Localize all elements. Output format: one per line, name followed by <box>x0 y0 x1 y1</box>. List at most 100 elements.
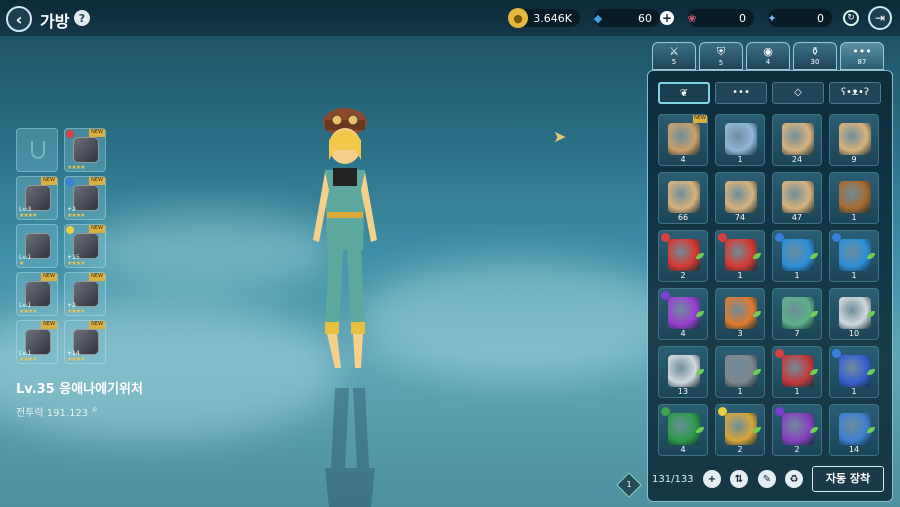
item-rainbow-stone[interactable]: 3 <box>715 288 765 340</box>
grade-gem-icon <box>661 233 670 242</box>
silver-stone-2-icon <box>668 355 700 387</box>
capacity: 131/133 <box>652 474 694 485</box>
scroll-purple-icon <box>782 181 814 213</box>
item-red-potion[interactable]: 1 <box>772 346 822 398</box>
item-count: 2 <box>737 445 743 454</box>
back-arrow-icon[interactable]: ‹ <box>6 6 32 32</box>
expand-slots-button[interactable]: + <box>703 470 721 488</box>
rainbow-potion-icon <box>839 413 871 445</box>
item-count: 1 <box>737 387 743 396</box>
item-count: 66 <box>677 213 689 222</box>
equip-slot-chain[interactable]: Lv.1 ★ <box>16 224 58 268</box>
pointer-cursor-icon: ➤ <box>553 127 567 146</box>
equip-slot-spear[interactable]: NEW +2 ★★★★ <box>64 176 106 220</box>
equip-stars: ★★★★ <box>67 212 85 219</box>
item-silver-stone[interactable]: 10 <box>829 288 879 340</box>
item-rainbow-shard[interactable]: 7 <box>772 288 822 340</box>
scroll-red-2-icon <box>839 123 871 155</box>
crystal-icon: ✦ <box>767 11 777 25</box>
grade-gem-icon <box>718 233 727 242</box>
item-silver-stone-2[interactable]: 13 <box>658 346 708 398</box>
purple-stone-icon <box>668 297 700 329</box>
auto-equip-button[interactable]: 자동 장착 <box>812 466 884 492</box>
item-red-shard[interactable]: 1 <box>715 230 765 282</box>
tab-count: 87 <box>857 58 867 66</box>
tab-orb[interactable]: ◉ 4 <box>746 42 790 70</box>
leaf-icon <box>810 427 818 433</box>
enhance-button[interactable]: ✎ <box>758 470 776 488</box>
item-green-potion[interactable]: 4 <box>658 404 708 456</box>
sort-button[interactable]: ⇅ <box>730 470 748 488</box>
item-sack[interactable]: 1 <box>829 172 879 224</box>
sword-icon <box>73 137 99 163</box>
diamond-icon[interactable]: ◇ <box>772 82 824 104</box>
equip-slot-dagger[interactable]: NEW +15 ★★★★ <box>64 224 106 268</box>
equip-slot-goggles[interactable]: NEW Lv.3 ★★★★ <box>16 176 58 220</box>
sprout-icon[interactable]: ❦ <box>658 82 710 104</box>
gold-potion-icon <box>725 413 757 445</box>
leaf-icon <box>696 253 704 259</box>
combat-power: 전투력 191.123 <box>16 404 88 419</box>
item-count: 3 <box>737 329 743 338</box>
item-spellbook[interactable]: 1 <box>715 114 765 166</box>
grade-gem-icon <box>661 291 670 300</box>
add-gem-button[interactable]: + <box>660 11 674 25</box>
cloud <box>360 260 680 380</box>
refresh-icon[interactable]: ↻ <box>843 10 859 26</box>
item-count: 74 <box>734 213 746 222</box>
item-scroll-gold[interactable]: 74 <box>715 172 765 224</box>
item-scroll-wings[interactable]: NEW 4 <box>658 114 708 166</box>
potion-icon: ⚱ <box>810 45 820 58</box>
leaf-icon <box>753 311 761 317</box>
equip-stars: ★★★★ <box>67 356 85 363</box>
magnify-icon[interactable]: ⌕ <box>92 404 98 415</box>
red-stone-icon <box>668 239 700 271</box>
ellipsis-icon[interactable]: ••• <box>715 82 767 104</box>
tab-more[interactable]: ••• 87 <box>840 42 884 70</box>
sword-icon: ⚔ <box>669 45 679 58</box>
top-bar: ‹ 가방 ? ● 3.646K ◆ 60 + ❀ 0 ✦ 0 ↻ ⇥ <box>0 0 900 36</box>
item-count: 2 <box>794 445 800 454</box>
item-scroll-red-2[interactable]: 9 <box>829 114 879 166</box>
item-scroll-red[interactable]: 24 <box>772 114 822 166</box>
grade-gem-icon <box>66 178 74 186</box>
equip-slot-helmet[interactable]: NEW Lv.1 ★★★★ <box>16 272 58 316</box>
item-count: 1 <box>737 155 743 164</box>
item-scroll-green[interactable]: 66 <box>658 172 708 224</box>
item-blue-shard[interactable]: 1 <box>829 230 879 282</box>
item-purple-stone[interactable]: 4 <box>658 288 708 340</box>
item-rainbow-potion[interactable]: 14 <box>829 404 879 456</box>
item-anvil[interactable]: 1 <box>715 346 765 398</box>
leaf-icon <box>867 369 875 375</box>
help-icon[interactable]: ? <box>74 10 90 26</box>
equip-slot-sword[interactable]: NEW ★★★★ <box>64 128 106 172</box>
item-purple-potion[interactable]: 2 <box>772 404 822 456</box>
item-blue-potion[interactable]: 1 <box>829 346 879 398</box>
equip-slot-boots[interactable]: NEW +14 ★★★★ <box>64 320 106 364</box>
new-badge: NEW <box>89 129 105 137</box>
item-red-stone[interactable]: 2 <box>658 230 708 282</box>
tab-potion[interactable]: ⚱ 30 <box>793 42 837 70</box>
item-scroll-purple[interactable]: 47 <box>772 172 822 224</box>
bear-icon[interactable]: ʕ•ᴥ•ʔ <box>829 82 881 104</box>
gem-value: 60 <box>638 11 652 25</box>
gold-value: 3.646K <box>533 11 572 25</box>
sell-button[interactable]: ♻ <box>785 470 803 488</box>
equip-slot-gloves[interactable]: NEW Lv.1 ★★★★ <box>16 320 58 364</box>
equip-slot-necklace[interactable] <box>16 128 58 172</box>
item-gold-potion[interactable]: 2 <box>715 404 765 456</box>
leaf-icon <box>696 311 704 317</box>
green-potion-icon <box>668 413 700 445</box>
exit-icon[interactable]: ⇥ <box>868 6 892 30</box>
equip-slot-armor[interactable]: NEW +2 ★★★★ <box>64 272 106 316</box>
tab-sword[interactable]: ⚔ 5 <box>652 42 696 70</box>
ticket-value: 0 <box>739 11 746 25</box>
item-blue-stone[interactable]: 1 <box>772 230 822 282</box>
more-icon: ••• <box>852 45 872 58</box>
new-badge: NEW <box>89 177 105 185</box>
leaf-icon <box>867 311 875 317</box>
blue-stone-icon <box>782 239 814 271</box>
tab-shield[interactable]: ⛨ 5 <box>699 42 743 70</box>
item-count: 1 <box>851 213 857 222</box>
page-badge[interactable]: 1 <box>616 472 642 498</box>
